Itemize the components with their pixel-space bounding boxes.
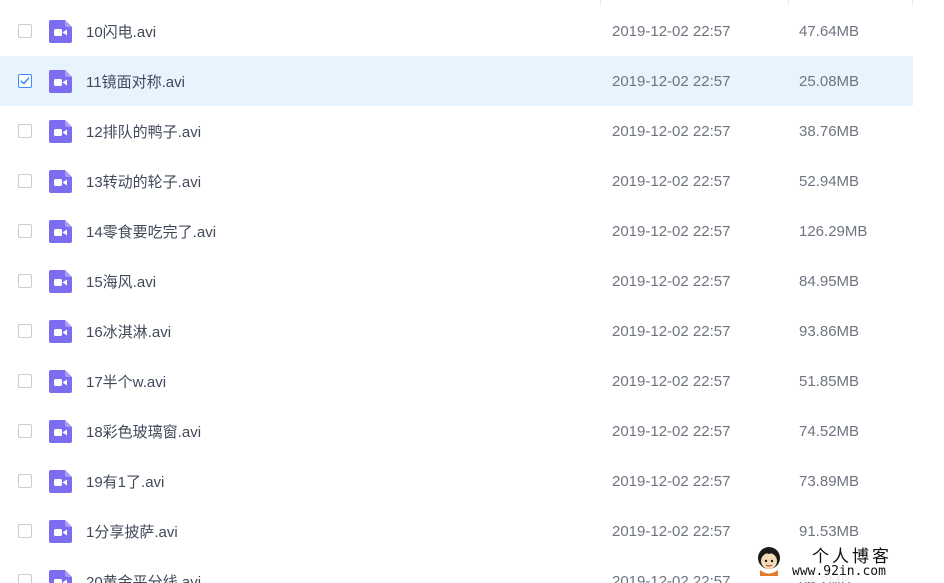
row-checkbox[interactable] bbox=[18, 74, 32, 88]
file-row[interactable]: 19有1了.avi 2019-12-02 22:57 73.89MB bbox=[0, 456, 913, 506]
row-checkbox[interactable] bbox=[18, 324, 32, 338]
file-size: 38.76MB bbox=[799, 122, 860, 140]
file-modified-time: 2019-12-02 22:57 bbox=[612, 322, 731, 340]
file-modified-time: 2019-12-02 22:57 bbox=[612, 472, 731, 490]
file-list: 10闪电.avi 2019-12-02 22:57 47.64MB 11镜面对称… bbox=[0, 0, 913, 583]
file-modified-time: 2019-12-02 22:57 bbox=[612, 572, 731, 583]
file-size: 91.53MB bbox=[799, 522, 860, 540]
row-checkbox[interactable] bbox=[18, 124, 32, 138]
row-checkbox[interactable] bbox=[18, 224, 32, 238]
file-size: 84.95MB bbox=[799, 272, 860, 290]
file-name[interactable]: 11镜面对称.avi bbox=[86, 71, 185, 92]
file-modified-time: 2019-12-02 22:57 bbox=[612, 172, 731, 190]
file-modified-time: 2019-12-02 22:57 bbox=[612, 122, 731, 140]
file-size: 25.08MB bbox=[799, 72, 860, 90]
file-row[interactable]: 16冰淇淋.avi 2019-12-02 22:57 93.86MB bbox=[0, 306, 913, 356]
file-modified-time: 2019-12-02 22:57 bbox=[612, 272, 731, 290]
row-checkbox[interactable] bbox=[18, 424, 32, 438]
file-row[interactable]: 17半个w.avi 2019-12-02 22:57 51.85MB bbox=[0, 356, 913, 406]
row-checkbox[interactable] bbox=[18, 474, 32, 488]
video-file-icon bbox=[49, 119, 72, 143]
file-name[interactable]: 13转动的轮子.avi bbox=[86, 171, 201, 192]
video-file-icon bbox=[49, 519, 72, 543]
video-file-icon bbox=[49, 19, 72, 43]
file-size: 52.94MB bbox=[799, 172, 860, 190]
file-name[interactable]: 12排队的鸭子.avi bbox=[86, 121, 201, 142]
row-checkbox[interactable] bbox=[18, 374, 32, 388]
row-checkbox[interactable] bbox=[18, 274, 32, 288]
file-size: 51.85MB bbox=[799, 372, 860, 390]
scrollbar-track[interactable] bbox=[913, 0, 944, 583]
row-checkbox[interactable] bbox=[18, 24, 32, 38]
file-modified-time: 2019-12-02 22:57 bbox=[612, 522, 731, 540]
row-checkbox[interactable] bbox=[18, 524, 32, 538]
file-modified-time: 2019-12-02 22:57 bbox=[612, 72, 731, 90]
video-file-icon bbox=[49, 69, 72, 93]
file-size: 73.89MB bbox=[799, 472, 860, 490]
row-checkbox[interactable] bbox=[18, 574, 32, 583]
file-row[interactable]: 15海风.avi 2019-12-02 22:57 84.95MB bbox=[0, 256, 913, 306]
avatar-icon bbox=[758, 547, 780, 576]
video-file-icon bbox=[49, 369, 72, 393]
file-name[interactable]: 19有1了.avi bbox=[86, 471, 164, 492]
file-size: 74.52MB bbox=[799, 422, 860, 440]
row-checkbox[interactable] bbox=[18, 174, 32, 188]
file-row[interactable]: 14零食要吃完了.avi 2019-12-02 22:57 126.29MB bbox=[0, 206, 913, 256]
video-file-icon bbox=[49, 269, 72, 293]
file-size: 47.64MB bbox=[799, 22, 860, 40]
file-name[interactable]: 14零食要吃完了.avi bbox=[86, 221, 216, 242]
video-file-icon bbox=[49, 419, 72, 443]
file-name[interactable]: 15海风.avi bbox=[86, 271, 156, 292]
file-modified-time: 2019-12-02 22:57 bbox=[612, 372, 731, 390]
watermark-logo: 个人博客 www.92in.com bbox=[752, 540, 942, 582]
file-size: 126.29MB bbox=[799, 222, 868, 240]
video-file-icon bbox=[49, 569, 72, 583]
video-file-icon bbox=[49, 219, 72, 243]
file-modified-time: 2019-12-02 22:57 bbox=[612, 22, 731, 40]
file-name[interactable]: 16冰淇淋.avi bbox=[86, 321, 171, 342]
video-file-icon bbox=[49, 319, 72, 343]
file-row[interactable]: 13转动的轮子.avi 2019-12-02 22:57 52.94MB bbox=[0, 156, 913, 206]
file-modified-time: 2019-12-02 22:57 bbox=[612, 222, 731, 240]
file-row[interactable]: 11镜面对称.avi 2019-12-02 22:57 25.08MB bbox=[0, 56, 913, 106]
watermark-url: www.92in.com bbox=[792, 564, 886, 579]
file-row[interactable]: 10闪电.avi 2019-12-02 22:57 47.64MB bbox=[0, 6, 913, 56]
video-file-icon bbox=[49, 169, 72, 193]
file-name[interactable]: 20黄金平分线.avi bbox=[86, 571, 201, 583]
file-modified-time: 2019-12-02 22:57 bbox=[612, 422, 731, 440]
file-name[interactable]: 10闪电.avi bbox=[86, 21, 156, 42]
file-name[interactable]: 1分享披萨.avi bbox=[86, 521, 178, 542]
check-icon bbox=[20, 77, 30, 85]
file-name[interactable]: 17半个w.avi bbox=[86, 371, 166, 392]
file-name[interactable]: 18彩色玻璃窗.avi bbox=[86, 421, 201, 442]
file-size: 93.86MB bbox=[799, 322, 860, 340]
file-row[interactable]: 12排队的鸭子.avi 2019-12-02 22:57 38.76MB bbox=[0, 106, 913, 156]
file-row[interactable]: 18彩色玻璃窗.avi 2019-12-02 22:57 74.52MB bbox=[0, 406, 913, 456]
video-file-icon bbox=[49, 469, 72, 493]
